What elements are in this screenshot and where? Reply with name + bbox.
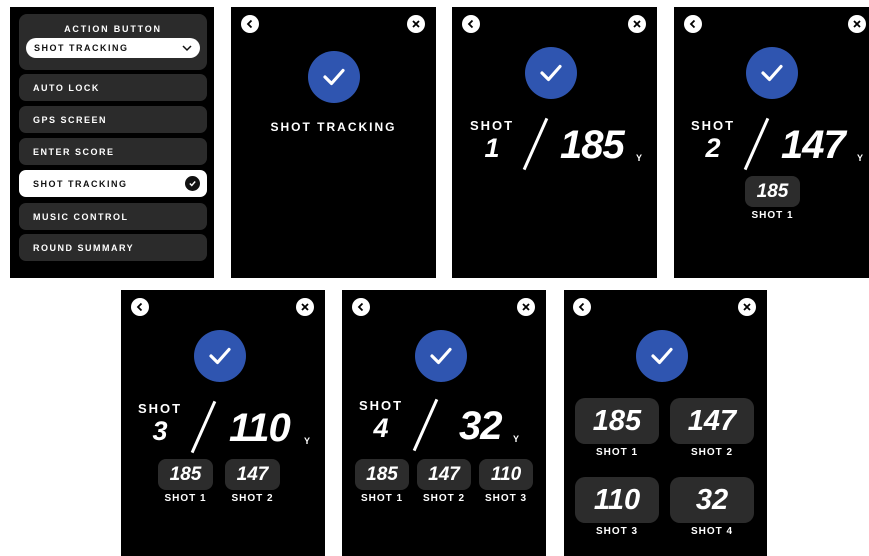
history-chip-label: SHOT 3 [484,493,528,504]
action-button-settings-panel: ACTION BUTTON SHOT TRACKING AUTO LOCK GP… [10,7,214,278]
history-chip-label: SHOT 2 [231,493,274,504]
chevron-down-icon [182,45,192,52]
distance-unit: Y [857,153,864,163]
shot-number: 4 [373,413,389,443]
shot-4-screen: SHOT 4 32 Y 185 SHOT 1 147 SHOT 2 110 SH… [342,290,546,556]
divider-slash [190,400,217,454]
action-button-dropdown[interactable]: SHOT TRACKING [26,38,200,58]
history-chip-value: 185 [158,459,213,490]
shot-distance: 110 [229,406,291,450]
summary-chip-label: SHOT 4 [690,526,734,537]
action-button-title: ACTION BUTTON [64,24,162,34]
summary-chip-label: SHOT 2 [690,447,734,458]
history-chip-value: 110 [479,459,533,490]
settings-item-music-control[interactable]: MUSIC CONTROL [19,203,207,230]
history-chip-label: SHOT 1 [751,210,794,221]
close-icon[interactable] [517,298,535,316]
close-icon[interactable] [628,15,646,33]
close-icon[interactable] [738,298,756,316]
selected-checkmark-icon [185,176,200,191]
close-icon[interactable] [848,15,866,33]
checkmark-icon [746,47,798,99]
summary-chip-value: 32 [670,477,754,523]
action-button-group: ACTION BUTTON SHOT TRACKING [19,14,207,70]
divider-slash [412,398,439,452]
history-chip-value: 147 [417,459,471,490]
checkmark-icon [636,330,688,382]
divider-slash [743,117,770,171]
settings-item-label: GPS SCREEN [33,114,108,125]
settings-item-enter-score[interactable]: ENTER SCORE [19,138,207,165]
shot-tracking-confirm-screen: SHOT TRACKING [231,7,436,278]
close-icon[interactable] [407,15,425,33]
dropdown-value: SHOT TRACKING [34,43,129,53]
shot-2-screen: SHOT 2 147 Y 185 SHOT 1 [674,7,869,278]
settings-item-auto-lock[interactable]: AUTO LOCK [19,74,207,101]
back-icon[interactable] [684,15,702,33]
divider-slash [522,117,549,171]
shot-1-screen: SHOT 1 185 Y [452,7,657,278]
back-icon[interactable] [131,298,149,316]
back-icon[interactable] [352,298,370,316]
summary-chip-value: 185 [575,398,659,444]
distance-unit: Y [513,434,520,444]
checkmark-icon [525,47,577,99]
close-icon[interactable] [296,298,314,316]
settings-item-label: MUSIC CONTROL [33,211,129,222]
summary-chip-label: SHOT 1 [595,447,639,458]
settings-item-shot-tracking[interactable]: SHOT TRACKING [19,170,207,197]
summary-chip-label: SHOT 3 [595,526,639,537]
shot-distance: 185 [560,123,625,167]
history-chip-label: SHOT 1 [360,493,404,504]
checkmark-icon [415,330,467,382]
history-chip-value: 147 [225,459,280,490]
settings-item-label: AUTO LOCK [33,82,100,93]
back-icon[interactable] [573,298,591,316]
history-chip-value: 185 [745,176,800,207]
shot-number: 2 [705,133,721,163]
shot-word: SHOT [359,398,404,413]
shot-word: SHOT [691,118,736,133]
settings-item-label: ENTER SCORE [33,146,115,157]
shot-number: 3 [152,416,168,446]
settings-item-gps-screen[interactable]: GPS SCREEN [19,106,207,133]
back-icon[interactable] [241,15,259,33]
summary-chip-value: 147 [670,398,754,444]
shot-summary-screen: 185 SHOT 1 147 SHOT 2 110 SHOT 3 32 SHOT… [564,290,767,556]
history-chip-label: SHOT 2 [422,493,466,504]
shot-word: SHOT [470,118,515,133]
shot-3-screen: SHOT 3 110 Y 185 SHOT 1 147 SHOT 2 [121,290,325,556]
checkmark-icon [194,330,246,382]
distance-unit: Y [304,436,311,446]
settings-item-label: SHOT TRACKING [33,178,128,189]
summary-chip-value: 110 [575,477,659,523]
shot-number: 1 [484,133,500,163]
shot-word: SHOT [138,401,183,416]
shot-distance: 32 [459,404,502,448]
settings-item-label: ROUND SUMMARY [33,242,135,253]
back-icon[interactable] [462,15,480,33]
checkmark-icon [308,51,360,103]
confirm-label: SHOT TRACKING [270,120,397,134]
shot-distance: 147 [781,123,846,167]
history-chip-label: SHOT 1 [164,493,207,504]
distance-unit: Y [636,153,643,163]
history-chip-value: 185 [355,459,409,490]
settings-item-round-summary[interactable]: ROUND SUMMARY [19,234,207,261]
